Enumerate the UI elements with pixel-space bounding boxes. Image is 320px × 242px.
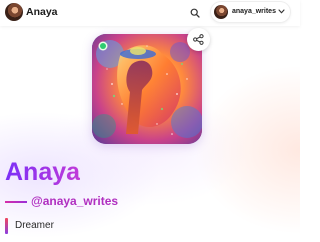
profile-display-name: Anaya — [5, 158, 81, 186]
profile-bio: Dreamer — [15, 220, 54, 231]
search-icon — [190, 8, 200, 18]
bio-accent-bar — [5, 218, 8, 234]
share-icon — [193, 34, 204, 45]
account-username: anaya_writes — [232, 8, 276, 15]
brand-name[interactable]: Anaya — [26, 6, 58, 18]
top-nav-bar: Anaya anaya_writes — [0, 0, 300, 26]
share-button[interactable] — [187, 28, 210, 51]
search-button[interactable] — [185, 3, 205, 23]
profile-hero-image — [92, 34, 202, 144]
brand-avatar[interactable] — [5, 3, 23, 21]
handle-accent-line — [5, 201, 27, 203]
avatar — [214, 5, 228, 19]
online-status-indicator — [100, 43, 106, 49]
chevron-down-icon — [278, 9, 285, 14]
account-menu-button[interactable]: anaya_writes — [211, 2, 290, 22]
profile-handle: @anaya_writes — [31, 194, 119, 208]
